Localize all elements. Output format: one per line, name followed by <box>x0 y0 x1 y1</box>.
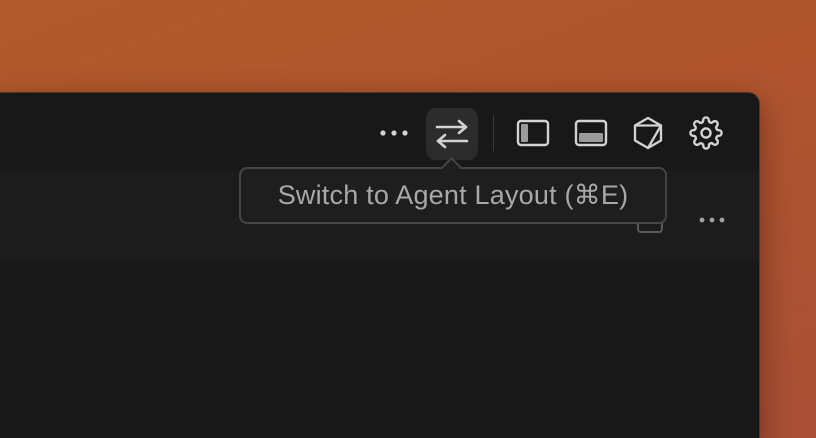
toolbar-divider <box>493 115 494 151</box>
gear-icon <box>689 116 723 150</box>
title-bar <box>0 93 759 171</box>
toggle-sidebar-button[interactable] <box>515 117 551 149</box>
toggle-agent-layout-button[interactable] <box>426 108 478 160</box>
swap-arrows-icon <box>435 119 469 149</box>
cube-icon <box>633 116 663 150</box>
tooltip-text: Switch to Agent Layout (⌘E) <box>277 180 629 210</box>
editor-more-actions-button[interactable] <box>695 205 729 235</box>
toggle-panel-button[interactable] <box>573 117 609 149</box>
app-window: Switch to Agent Layout (⌘E) <box>0 92 760 438</box>
settings-button[interactable] <box>687 115 725 151</box>
bottom-panel-toggle-icon <box>574 119 608 147</box>
left-sidebar-toggle-icon <box>516 119 550 147</box>
ellipsis-icon <box>699 217 725 223</box>
editor-area <box>0 261 759 438</box>
ellipsis-icon <box>380 130 408 136</box>
more-actions-button[interactable] <box>377 118 411 148</box>
agent-button[interactable] <box>629 115 667 151</box>
